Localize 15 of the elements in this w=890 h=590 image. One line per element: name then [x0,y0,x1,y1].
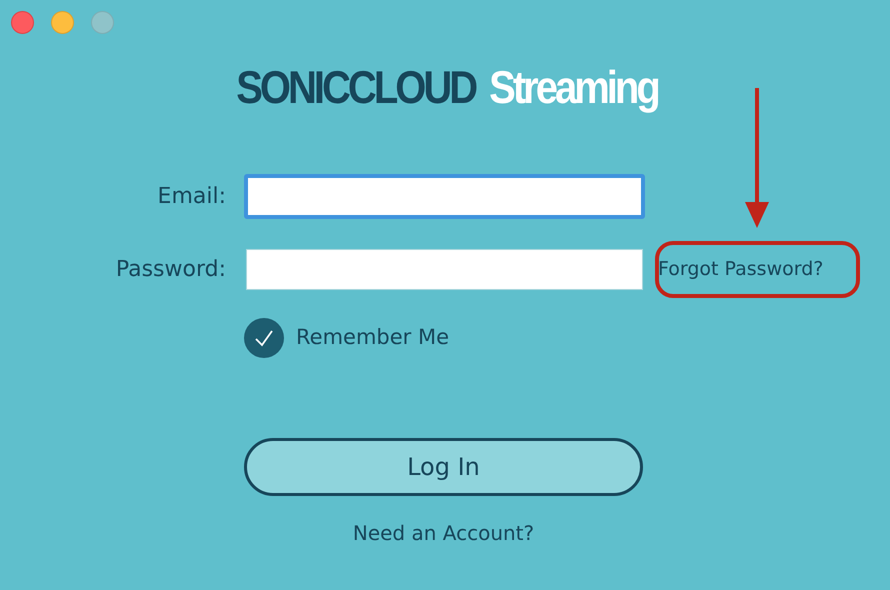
forgot-password-link[interactable]: Forgot Password? [658,255,824,284]
checkmark-icon [254,329,274,347]
zoom-window-icon[interactable] [91,11,114,34]
login-button[interactable]: Log In [244,438,643,496]
close-window-icon[interactable] [11,11,34,34]
field-label: Password: [114,256,227,284]
minimize-window-icon[interactable] [51,11,74,34]
input-field[interactable] [244,174,645,219]
remember-checkbox[interactable] [244,318,284,358]
product-name: Streaming [489,65,658,111]
input-field[interactable] [246,249,643,290]
field-label: Email: [156,183,227,211]
brand-name: SONICCLOUD [236,65,476,111]
signup-link[interactable]: Need an Account? [352,518,534,548]
remember-label: Remember Me [296,324,449,352]
